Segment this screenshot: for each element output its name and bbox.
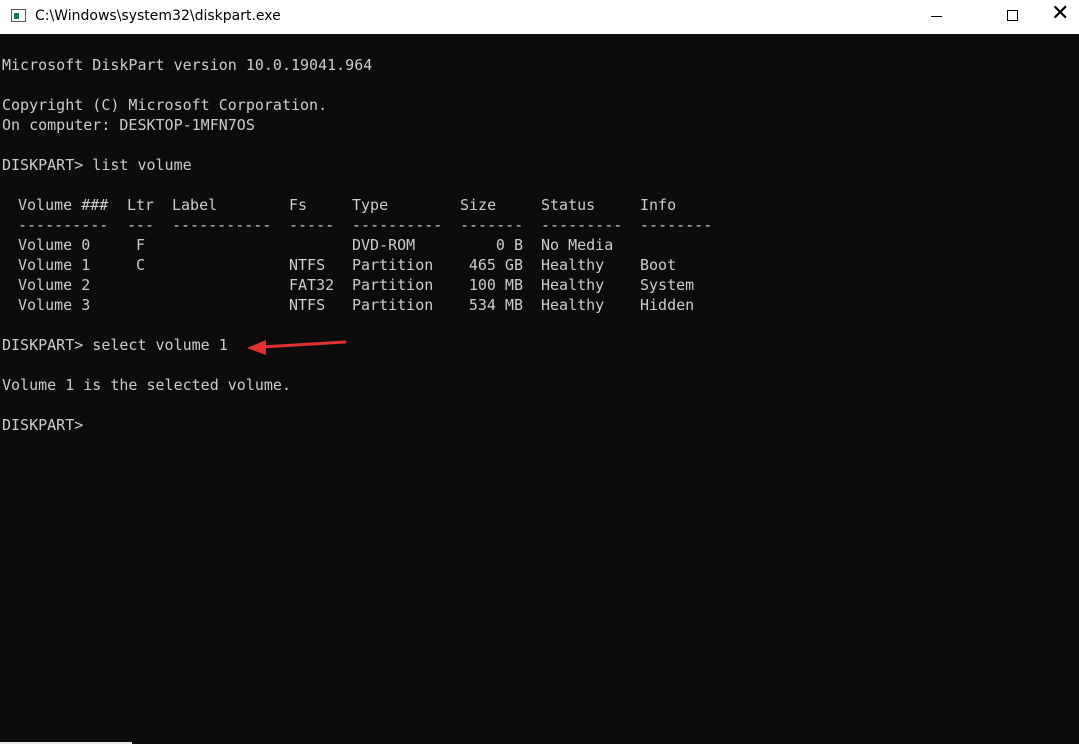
diskpart-window: C:\Windows\system32\diskpart.exe ✕ Micro…	[0, 0, 1079, 744]
annotation-arrow-icon	[247, 340, 347, 355]
